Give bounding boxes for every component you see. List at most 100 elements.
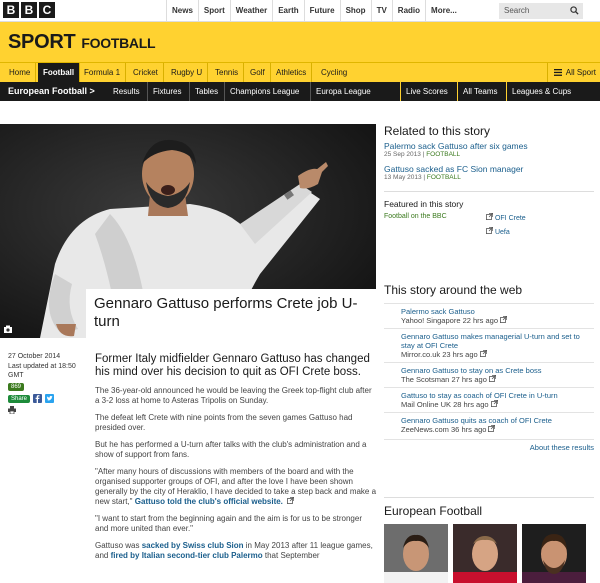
web-result: Gennaro Gattuso quits as coach of OFI Cr… [384, 412, 594, 437]
related-panel: Related to this story Palermo sack Gattu… [384, 124, 594, 245]
article-paragraph: "I want to start from the beginning agai… [95, 514, 362, 533]
external-link-icon [488, 425, 496, 432]
featured-ofi-crete[interactable]: OFI Crete [484, 213, 526, 222]
bbc-logo[interactable]: B B C [3, 2, 55, 18]
section-europa-league[interactable]: Europa League [310, 82, 371, 101]
twitter-icon[interactable] [45, 394, 55, 403]
sport-title[interactable]: SPORT FOOTBALL [8, 31, 156, 54]
topnav-news[interactable]: News [166, 0, 198, 22]
sport-title-main: SPORT [8, 31, 76, 53]
logo-letter-b1: B [3, 2, 19, 18]
related-tag[interactable]: FOOTBALL [427, 174, 461, 181]
share-button[interactable]: Share [8, 394, 31, 403]
topnav-more[interactable]: More... [425, 0, 462, 22]
section-results[interactable]: Results [108, 82, 140, 101]
related-date: 13 May 2013 [384, 174, 422, 181]
article-intro: Former Italy midfielder Gennaro Gattuso … [95, 353, 370, 378]
official-website-link[interactable]: Gattuso told the club's official website… [135, 497, 283, 506]
sport-nav-rugby-u[interactable]: Rugby U [166, 63, 209, 82]
around-web-title: This story around the web [384, 283, 523, 297]
featured-uefa[interactable]: Uefa [484, 227, 510, 236]
section-tables[interactable]: Tables [189, 82, 218, 101]
sport-title-sub: FOOTBALL [81, 35, 156, 51]
print-icon[interactable] [8, 406, 16, 414]
related-meta: 13 May 2013 | FOOTBALL [384, 174, 461, 181]
article-paragraph: But he has performed a U-turn after talk… [95, 440, 367, 459]
about-results-link[interactable]: About these results [384, 439, 594, 452]
web-result-link[interactable]: Gennaro Gattuso quits as coach of OFI Cr… [401, 416, 594, 425]
web-result-link[interactable]: Gennaro Gattuso makes managerial U-turn … [401, 332, 594, 350]
para-post: that September [264, 551, 320, 560]
thumbnail-player-1[interactable] [384, 524, 448, 583]
topnav-future[interactable]: Future [303, 0, 340, 22]
logo-letter-c: C [39, 2, 55, 18]
search-input[interactable]: Search [499, 3, 583, 19]
web-result-link[interactable]: Gennaro Gattuso to stay on as Crete boss [401, 366, 594, 375]
headline-box: Gennaro Gattuso performs Crete job U-tur… [86, 289, 376, 341]
external-link-icon [490, 400, 498, 407]
section-live-scores[interactable]: Live Scores [400, 82, 448, 101]
featured-grid: Football on the BBC OFI Crete Uefa [384, 213, 594, 245]
web-result-source: Mail Online UK 28 hrs ago [401, 400, 594, 409]
section-champions-league[interactable]: Champions League [224, 82, 299, 101]
facebook-icon[interactable] [33, 394, 43, 403]
top-nav: News Sport Weather Earth Future Shop TV … [166, 0, 462, 22]
topnav-tv[interactable]: TV [370, 0, 392, 22]
featured-title: Featured in this story [384, 199, 464, 209]
related-meta: 25 Sep 2013 | FOOTBALL [384, 151, 461, 158]
all-sport-button[interactable]: All Sport [546, 63, 596, 82]
topnav-earth[interactable]: Earth [272, 0, 303, 22]
sport-nav-football[interactable]: Football [38, 63, 81, 82]
topnav-radio[interactable]: Radio [391, 0, 425, 22]
sion-sacked-link[interactable]: sacked by Swiss club Sion [142, 541, 244, 550]
article-headline: Gennaro Gattuso performs Crete job U-tur… [94, 295, 358, 330]
search-icon[interactable] [570, 6, 579, 15]
logo-letter-b2: B [21, 2, 37, 18]
web-result-link[interactable]: Gattuso to stay as coach of OFI Crete in… [401, 391, 594, 400]
sport-nav-cricket[interactable]: Cricket [128, 63, 164, 82]
external-link-icon [488, 375, 496, 382]
bbc-top-bar: B B C News Sport Weather Earth Future Sh… [0, 0, 600, 22]
topnav-shop[interactable]: Shop [339, 0, 371, 22]
european-football-title: European Football [384, 497, 594, 518]
web-result: Gennaro Gattuso makes managerial U-turn … [384, 328, 594, 362]
topnav-sport[interactable]: Sport [197, 0, 230, 22]
search-placeholder: Search [504, 6, 530, 15]
topnav-weather[interactable]: Weather [229, 0, 272, 22]
related-date: 25 Sep 2013 [384, 151, 421, 158]
article-meta: 27 October 2014 Last updated at 18:50 GM… [8, 353, 88, 414]
related-link[interactable]: Gattuso sacked as FC Sion manager [384, 164, 594, 174]
sport-nav-home[interactable]: Home [4, 63, 37, 82]
featured-section: Featured in this story Football on the B… [384, 191, 594, 245]
sport-header: SPORT FOOTBALL [0, 22, 600, 62]
section-title[interactable]: European Football > [8, 82, 95, 101]
sport-nav-formula1[interactable]: Formula 1 [79, 63, 127, 82]
article-paragraph-links: Gattuso was sacked by Swiss club Sion in… [95, 541, 377, 561]
external-link-icon [486, 213, 493, 220]
sport-nav-tennis[interactable]: Tennis [210, 63, 245, 82]
related-link[interactable]: Palermo sack Gattuso after six games [384, 141, 594, 151]
section-leagues-cups[interactable]: Leagues & Cups [506, 82, 571, 101]
related-tag[interactable]: FOOTBALL [426, 151, 460, 158]
thumbnail-row [384, 524, 594, 583]
section-fixtures[interactable]: Fixtures [147, 82, 181, 101]
sport-nav-cycling[interactable]: Cycling [316, 63, 352, 82]
player-photo [384, 524, 448, 583]
thumbnail-player-3[interactable] [522, 524, 586, 583]
featured-uefa-label: Uefa [494, 229, 510, 236]
web-result: Gennaro Gattuso to stay on as Crete boss… [384, 362, 594, 387]
article-body: Former Italy midfielder Gennaro Gattuso … [95, 353, 377, 568]
camera-icon[interactable] [4, 325, 12, 333]
thumbnail-player-2[interactable] [453, 524, 517, 583]
section-all-teams[interactable]: All Teams [457, 82, 498, 101]
sport-nav-athletics[interactable]: Athletics [271, 63, 313, 82]
palermo-fired-link[interactable]: fired by Italian second-tier club Palerm… [111, 551, 263, 560]
featured-football-bbc[interactable]: Football on the BBC [384, 213, 447, 220]
web-result-link[interactable]: Palermo sack Gattuso [401, 307, 594, 316]
sport-nav-golf[interactable]: Golf [245, 63, 271, 82]
player-photo [522, 524, 586, 583]
european-football-panel: European Football [384, 497, 594, 583]
external-link-icon [479, 350, 487, 357]
external-link-icon [500, 316, 508, 323]
article-paragraph: The 36-year-old announced he would be le… [95, 386, 372, 405]
